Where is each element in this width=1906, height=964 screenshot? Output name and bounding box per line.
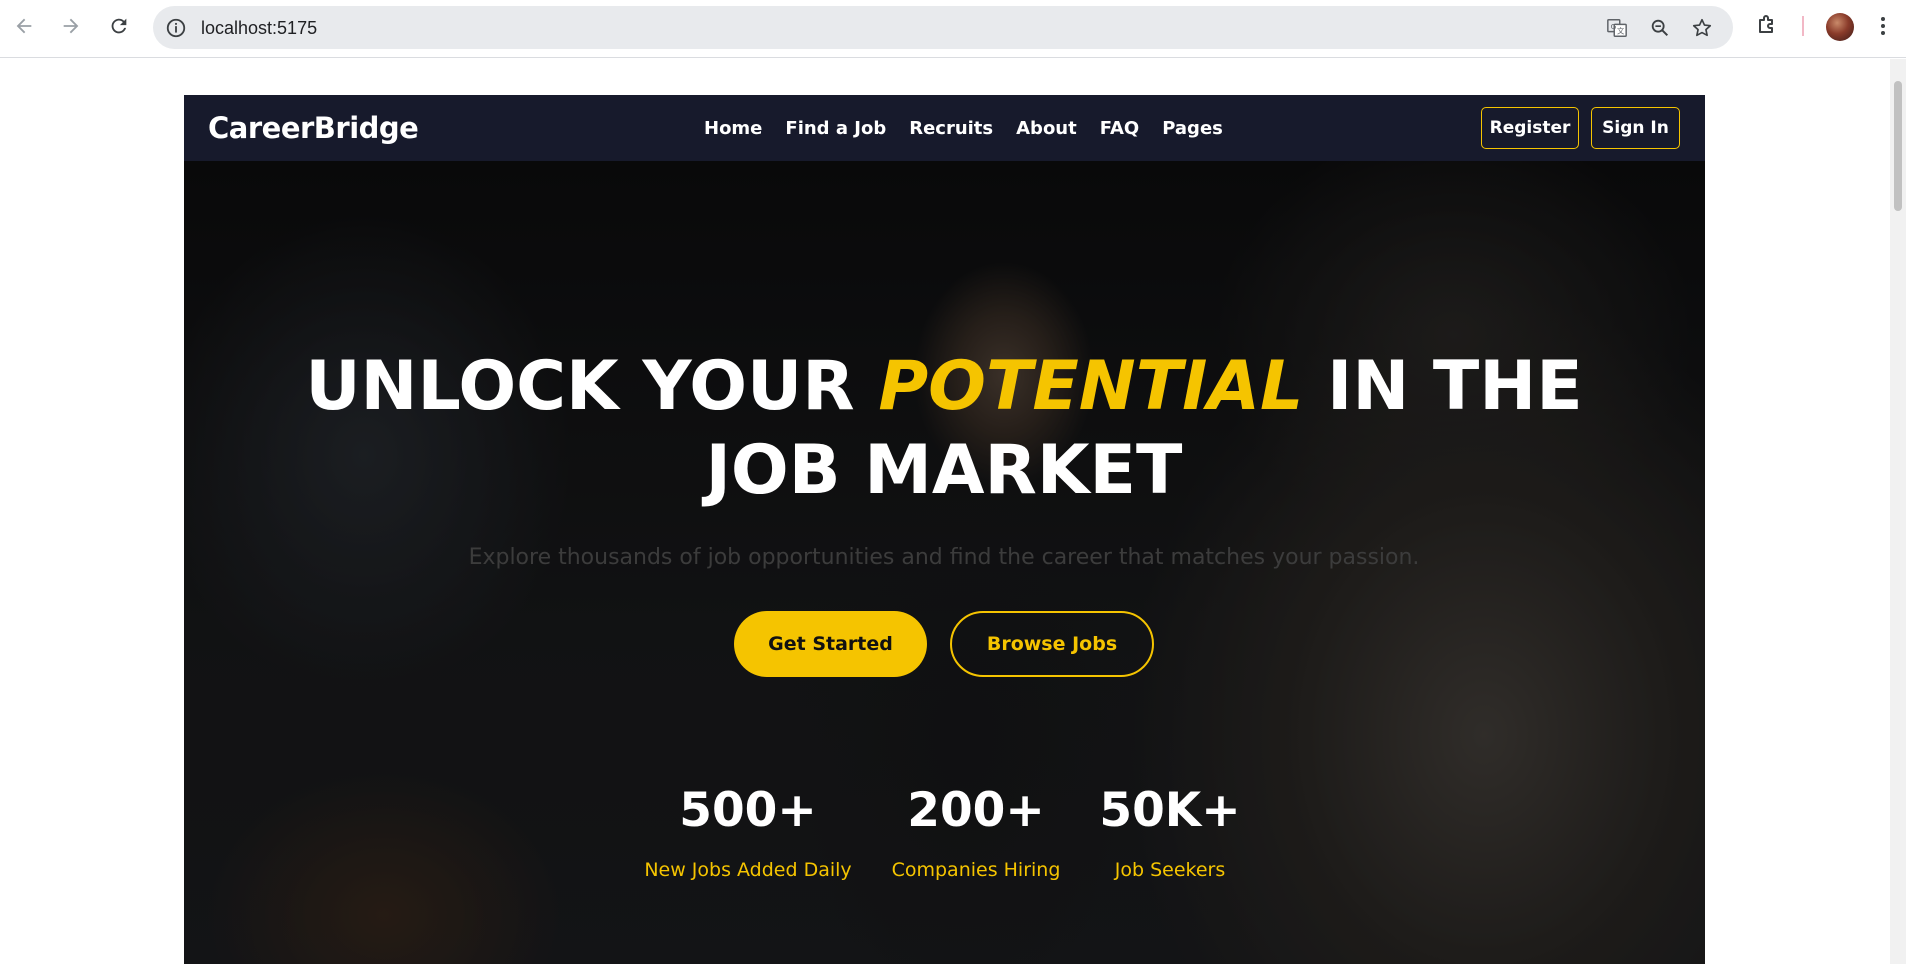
translate-icon[interactable]: G 文 xyxy=(1606,17,1628,39)
main-nav: Home Find a Job Recruits About FAQ Pages xyxy=(704,95,1246,161)
hero-title-start: UNLOCK YOUR xyxy=(305,347,879,426)
page-scrollbar[interactable] xyxy=(1890,59,1906,964)
reload-icon xyxy=(111,18,127,34)
get-started-button[interactable]: Get Started xyxy=(734,611,927,677)
stat-label: Companies Hiring xyxy=(891,859,1061,881)
zoom-icon[interactable] xyxy=(1649,17,1671,39)
star-icon[interactable] xyxy=(1691,17,1713,39)
hero-title: UNLOCK YOUR POTENTIAL IN THE JOB MARKET xyxy=(244,345,1644,513)
stat-seekers: 50K+ Job Seekers xyxy=(1060,783,1280,881)
nav-pages[interactable]: Pages xyxy=(1162,118,1223,139)
url-text[interactable]: localhost:5175 xyxy=(201,18,317,39)
arrow-left-icon xyxy=(16,18,32,34)
page-viewport: CareerBridge Home Find a Job Recruits Ab… xyxy=(0,59,1890,964)
register-button[interactable]: Register xyxy=(1481,107,1579,149)
nav-home[interactable]: Home xyxy=(704,118,762,139)
svg-text:G: G xyxy=(1611,22,1617,31)
brand-logo[interactable]: CareerBridge xyxy=(208,111,419,145)
puzzle-icon[interactable] xyxy=(1755,13,1779,37)
stat-value: 50K+ xyxy=(1099,783,1241,838)
kebab-icon[interactable] xyxy=(1876,14,1890,38)
nav-recruits[interactable]: Recruits xyxy=(909,118,993,139)
stat-label: New Jobs Added Daily xyxy=(644,859,852,881)
stat-label: Job Seekers xyxy=(1114,859,1226,881)
hero-subtitle: Explore thousands of job opportunities a… xyxy=(468,545,1420,570)
svg-text:文: 文 xyxy=(1617,27,1625,36)
nav-about[interactable]: About xyxy=(1016,118,1077,139)
nav-find-a-job[interactable]: Find a Job xyxy=(785,118,886,139)
toolbar-divider xyxy=(1802,16,1804,36)
nav-faq[interactable]: FAQ xyxy=(1100,118,1139,139)
info-icon[interactable] xyxy=(165,17,187,39)
reload-button[interactable] xyxy=(106,13,132,39)
scrollbar-thumb[interactable] xyxy=(1894,81,1902,211)
address-bar[interactable]: localhost:5175 G 文 xyxy=(153,6,1733,49)
site-header: CareerBridge Home Find a Job Recruits Ab… xyxy=(184,95,1705,161)
profile-avatar[interactable] xyxy=(1826,13,1854,41)
forward-button[interactable] xyxy=(58,13,84,39)
back-button[interactable] xyxy=(11,13,37,39)
stat-jobs: 500+ New Jobs Added Daily xyxy=(638,783,858,881)
arrow-right-icon xyxy=(63,18,79,34)
site-container: CareerBridge Home Find a Job Recruits Ab… xyxy=(184,95,1705,964)
browse-jobs-button[interactable]: Browse Jobs xyxy=(950,611,1154,677)
browser-toolbar: localhost:5175 G 文 xyxy=(0,0,1906,58)
stat-companies: 200+ Companies Hiring xyxy=(866,783,1086,881)
stat-value: 500+ xyxy=(679,783,817,838)
hero-title-accent: POTENTIAL xyxy=(878,347,1304,426)
stat-value: 200+ xyxy=(907,783,1045,838)
sign-in-button[interactable]: Sign In xyxy=(1591,107,1680,149)
